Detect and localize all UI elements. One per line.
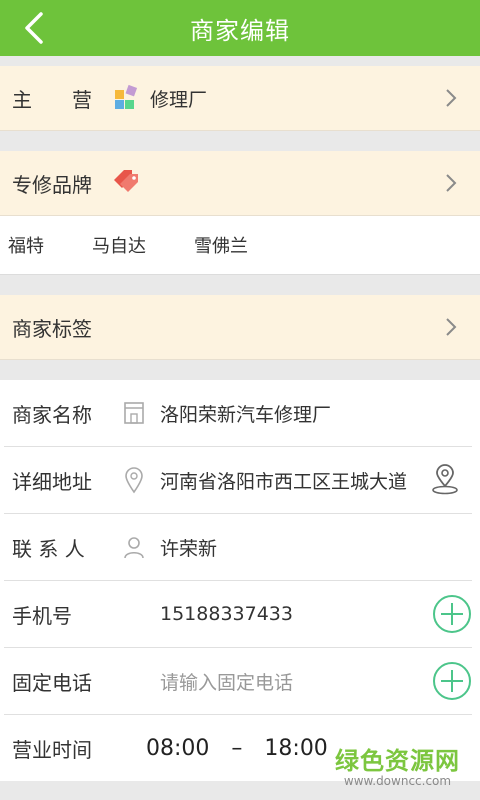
chevron-right-icon <box>446 318 457 336</box>
tags-label: 商家标签 <box>12 316 92 341</box>
merchant-name-row[interactable]: 商家名称 洛阳荣新汽车修理厂 <box>4 380 472 447</box>
merchant-name-input[interactable]: 洛阳荣新汽车修理厂 <box>160 400 331 427</box>
watermark-url: www.downcc.com <box>343 774 452 788</box>
brand-item: 马自达 <box>92 236 146 257</box>
tags-row[interactable]: 商家标签 <box>0 295 480 360</box>
price-tag-icon <box>110 168 144 198</box>
brand-item: 雪佛兰 <box>194 236 248 257</box>
open-time[interactable]: 08:00 <box>146 736 209 761</box>
mobile-row[interactable]: 手机号 15188337433 <box>4 581 472 648</box>
add-landline-button[interactable] <box>432 661 472 701</box>
brand-item: 福特 <box>8 236 44 257</box>
back-arrow-icon <box>25 12 43 44</box>
chevron-right-icon <box>446 174 457 192</box>
brand-list: 福特 马自达 雪佛兰 <box>0 216 480 275</box>
person-icon <box>120 533 148 561</box>
back-button[interactable] <box>14 8 54 48</box>
mobile-input[interactable]: 15188337433 <box>160 603 293 625</box>
close-time[interactable]: 18:00 <box>264 736 327 761</box>
merchant-form: 商家名称 洛阳荣新汽车修理厂 详细地址 河南省洛阳市西工区王城大道 联 系 人 <box>0 380 480 781</box>
address-row[interactable]: 详细地址 河南省洛阳市西工区王城大道 <box>4 447 472 514</box>
spacer <box>0 131 480 151</box>
merchant-name-label: 商家名称 <box>12 402 92 427</box>
contact-input[interactable]: 许荣新 <box>160 534 217 561</box>
page-title: 商家编辑 <box>190 16 290 45</box>
main-business-row[interactable]: 主 营 修理厂 <box>0 66 480 131</box>
spacer <box>0 275 480 295</box>
app-header: 商家编辑 <box>0 0 480 56</box>
brands-label: 专修品牌 <box>12 172 92 197</box>
main-business-value: 修理厂 <box>150 88 208 111</box>
landline-input[interactable]: 请输入固定电话 <box>160 668 293 695</box>
contact-label: 联 系 人 <box>12 536 85 561</box>
add-mobile-button[interactable] <box>432 594 472 634</box>
locate-on-map-icon[interactable] <box>430 464 460 496</box>
mobile-label: 手机号 <box>12 603 72 628</box>
contact-row[interactable]: 联 系 人 许荣新 <box>4 514 472 581</box>
watermark: 绿色资源网 www.downcc.com <box>335 741 460 788</box>
chevron-right-icon <box>446 89 457 107</box>
brands-row[interactable]: 专修品牌 <box>0 151 480 216</box>
spacer <box>0 360 480 380</box>
landline-row[interactable]: 固定电话 请输入固定电话 <box>4 648 472 715</box>
main-business-label: 主 营 <box>12 87 92 112</box>
business-hours-label: 营业时间 <box>12 737 92 762</box>
location-pin-icon <box>120 466 148 494</box>
time-separator: – <box>231 735 243 761</box>
watermark-title: 绿色资源网 <box>335 747 460 775</box>
landline-label: 固定电话 <box>12 670 92 695</box>
spacer <box>0 56 480 66</box>
category-icon <box>112 84 140 112</box>
address-input[interactable]: 河南省洛阳市西工区王城大道 <box>160 467 407 494</box>
building-icon <box>120 399 148 427</box>
address-label: 详细地址 <box>12 469 92 494</box>
